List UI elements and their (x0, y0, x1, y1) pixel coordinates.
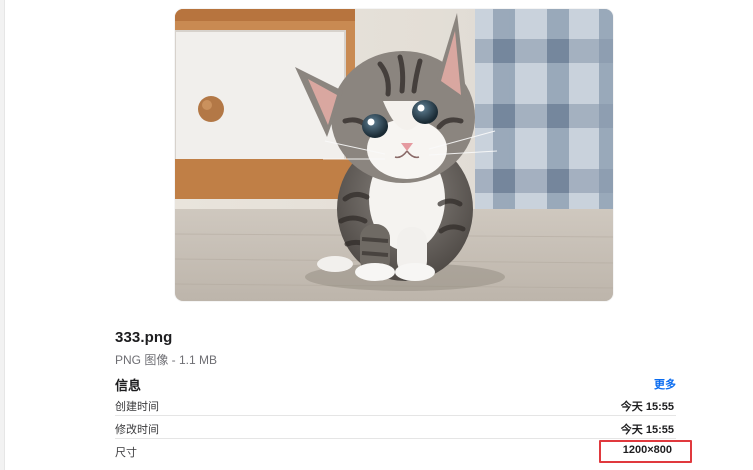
kitten-photo-icon (175, 9, 613, 301)
info-value-created: 今天 15:55 (620, 401, 674, 413)
file-kind-size: PNG 图像 - 1.1 MB (115, 353, 218, 367)
info-label-dimensions: 尺寸 (115, 447, 137, 459)
info-label-created: 创建时间 (115, 401, 159, 413)
info-section-header: 信息 更多 (115, 374, 676, 393)
file-name: 333.png (115, 329, 173, 346)
image-preview[interactable] (175, 9, 613, 301)
info-title: 信息 (115, 378, 142, 393)
info-label-modified: 修改时间 (115, 424, 159, 436)
info-row-dimensions: 尺寸 1200×800 (115, 440, 676, 462)
info-row-modified: 修改时间 今天 15:55 (115, 417, 676, 439)
info-value-modified: 今天 15:55 (620, 424, 674, 436)
dimension-highlight-box (599, 440, 692, 463)
more-link[interactable]: 更多 (654, 376, 676, 392)
info-row-created: 创建时间 今天 15:55 (115, 394, 676, 416)
window-left-edge (0, 0, 5, 470)
file-info-panel: 333.png PNG 图像 - 1.1 MB 信息 更多 创建时间 今天 15… (0, 0, 753, 470)
